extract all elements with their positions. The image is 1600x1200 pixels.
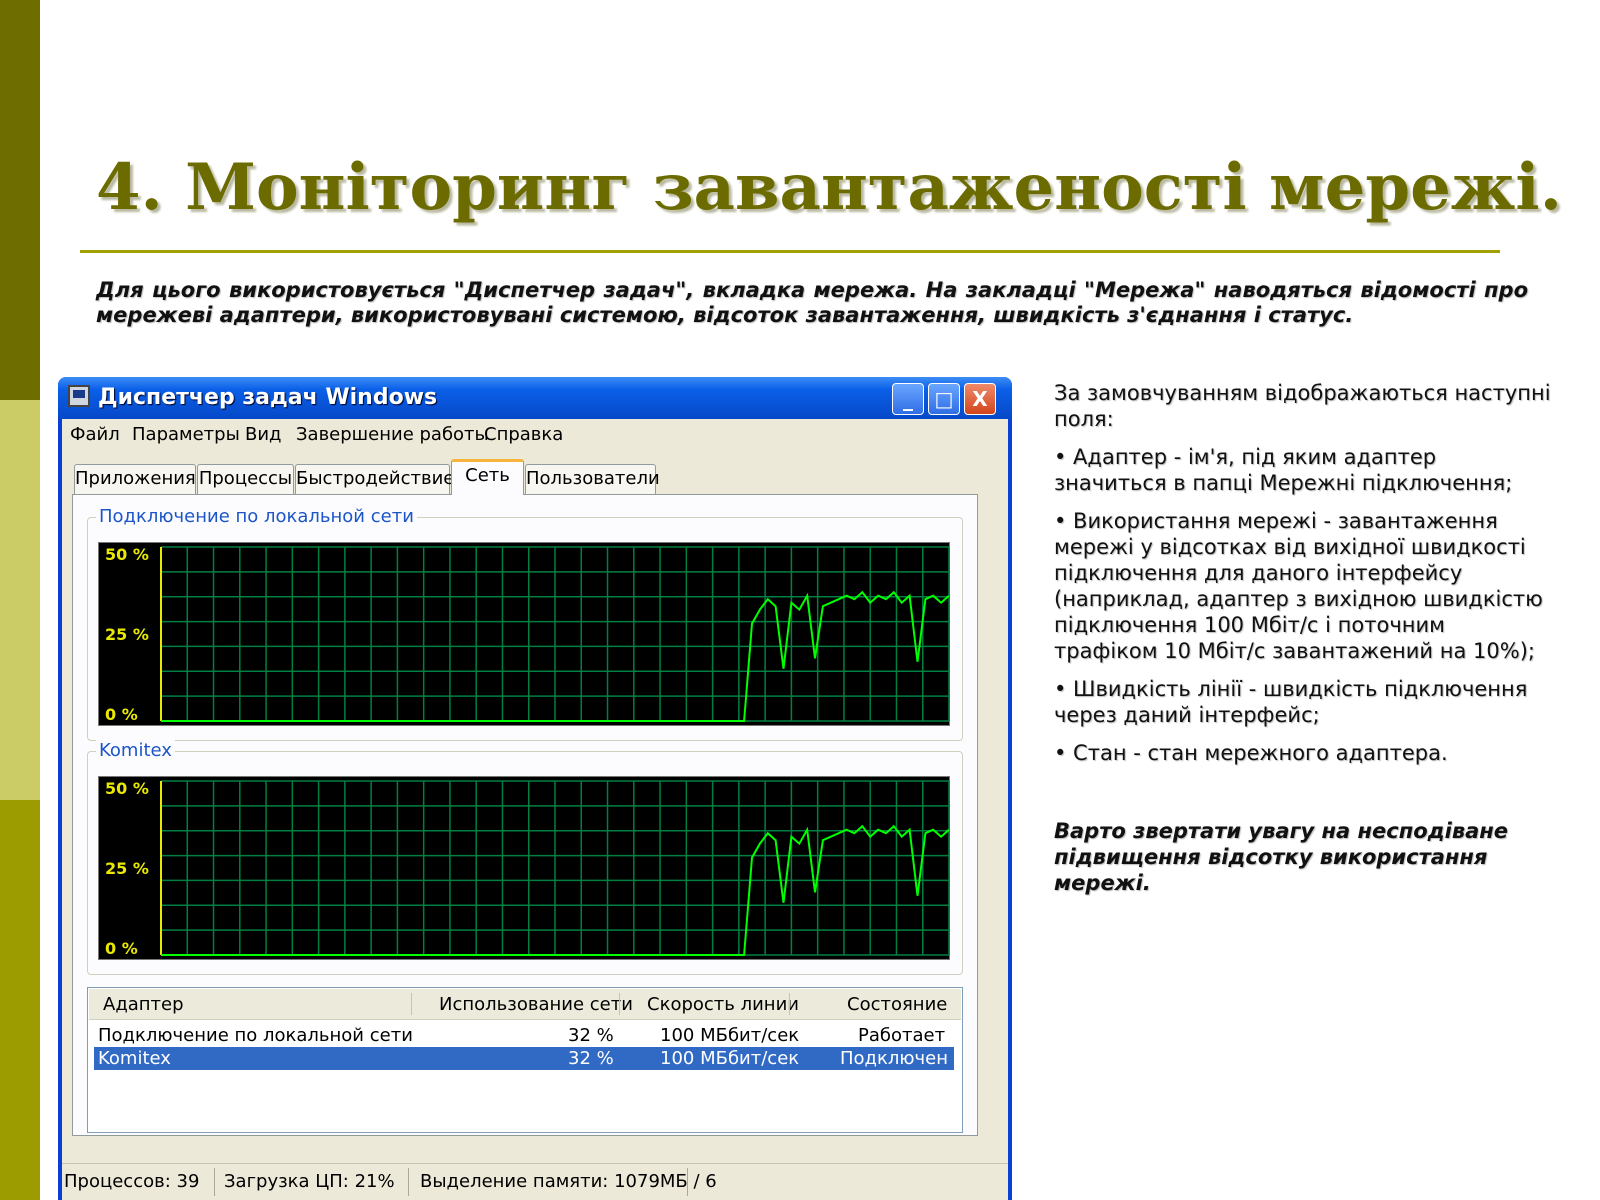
tab-processes[interactable]: Процессы	[197, 464, 294, 494]
network-usage: 32 %	[568, 1048, 614, 1069]
window-client: Файл Параметры Вид Завершение работы Спр…	[62, 419, 1008, 1200]
maximize-button[interactable]: □	[928, 383, 960, 415]
tab-performance[interactable]: Быстродействие	[295, 464, 454, 494]
minimize-button[interactable]: _	[892, 383, 924, 415]
menu-view[interactable]: Вид	[245, 424, 282, 445]
adapter-state: Работает	[858, 1025, 946, 1046]
col-divider[interactable]	[789, 993, 790, 1015]
plot-komitex	[160, 780, 950, 956]
col-adapter[interactable]: Адаптер	[103, 994, 184, 1015]
col-state[interactable]: Состояние	[847, 994, 947, 1015]
decor-bar-top	[0, 0, 40, 400]
adapter-list-header: Адаптер Использование сети Скорость лини…	[89, 989, 961, 1020]
close-button[interactable]: X	[964, 383, 996, 415]
status-cpu: Загрузка ЦП: 21%	[224, 1171, 395, 1192]
adapter-state: Подключен	[840, 1048, 948, 1069]
window-titlebar[interactable]: Диспетчер задач Windows _ □ X	[58, 377, 1012, 419]
warning-text: Варто звертати увагу на несподіване підв…	[1054, 819, 1509, 895]
plot-lan	[160, 546, 950, 722]
task-manager-window: Диспетчер задач Windows _ □ X Файл Парам…	[58, 377, 1012, 1200]
table-row[interactable]: Подключение по локальной сети 32 % 100 М…	[94, 1024, 954, 1047]
col-speed[interactable]: Скорость линии	[647, 994, 799, 1015]
adapter-list[interactable]: Адаптер Использование сети Скорость лини…	[87, 987, 963, 1133]
link-speed: 100 МБбит/сек	[660, 1048, 800, 1069]
menu-options[interactable]: Параметры	[132, 424, 240, 445]
link-speed: 100 МБбит/сек	[660, 1025, 800, 1046]
tab-users[interactable]: Пользователи	[525, 464, 660, 494]
graph-group-lan: Подключение по локальной сети 50 % 25 % …	[87, 506, 963, 741]
col-divider[interactable]	[619, 993, 620, 1015]
menu-help[interactable]: Справка	[484, 424, 563, 445]
table-row[interactable]: Komitex 32 % 100 МБбит/сек Подключен	[94, 1047, 954, 1070]
menu-shutdown[interactable]: Завершение работы	[296, 424, 489, 445]
side-paragraph: За замовчуванням відображаються наступні…	[1054, 381, 1551, 431]
graph-label-lan: Подключение по локальной сети	[96, 506, 417, 527]
status-processes: Процессов: 39	[64, 1171, 200, 1192]
status-divider	[408, 1168, 409, 1196]
title-divider	[80, 250, 1500, 253]
menu-bar: Файл Параметры Вид Завершение работы Спр…	[62, 419, 1008, 449]
status-bar: Процессов: 39 Загрузка ЦП: 21% Выделение…	[62, 1163, 1008, 1200]
network-usage: 32 %	[568, 1025, 614, 1046]
status-divider	[214, 1168, 215, 1196]
decor-bar-bottom	[0, 800, 40, 1200]
adapter-name: Подключение по локальной сети	[98, 1025, 413, 1046]
network-graph-lan: 50 % 25 % 0 %	[98, 542, 950, 726]
side-bullet-state: • Стан - стан мережного адаптера.	[1054, 741, 1448, 765]
col-usage[interactable]: Использование сети	[439, 994, 633, 1015]
status-memory: Выделение памяти: 1079МБ / 6	[420, 1171, 717, 1192]
graph-label-komitex: Komitex	[96, 740, 175, 761]
computer-icon	[68, 385, 90, 407]
menu-file[interactable]: Файл	[70, 424, 120, 445]
network-tab-panel: Подключение по локальной сети 50 % 25 % …	[72, 494, 978, 1136]
col-divider[interactable]	[411, 993, 412, 1015]
intro-text: Для цього використовується "Диспетчер за…	[96, 278, 1528, 327]
tab-network[interactable]: Сеть	[451, 459, 524, 495]
window-title: Диспетчер задач Windows	[98, 385, 438, 410]
side-bullet-adapter: • Адаптер - ім'я, під яким адаптер значи…	[1054, 445, 1513, 495]
status-divider	[687, 1168, 688, 1196]
side-notes: За замовчуванням відображаються наступні…	[1054, 380, 1554, 908]
adapter-name: Komitex	[98, 1048, 171, 1069]
side-bullet-usage: • Використання мережі - завантаження мер…	[1054, 509, 1543, 663]
side-bullet-speed: • Швидкість лінії - швидкість підключенн…	[1054, 677, 1528, 727]
tab-applications[interactable]: Приложения	[74, 464, 196, 494]
decor-bar-middle	[0, 400, 40, 800]
slide-title: 4. Моніторинг завантаженості мережі.	[96, 150, 1562, 225]
network-graph-komitex: 50 % 25 % 0 %	[98, 776, 950, 960]
graph-group-komitex: Komitex 50 % 25 % 0 %	[87, 740, 963, 975]
